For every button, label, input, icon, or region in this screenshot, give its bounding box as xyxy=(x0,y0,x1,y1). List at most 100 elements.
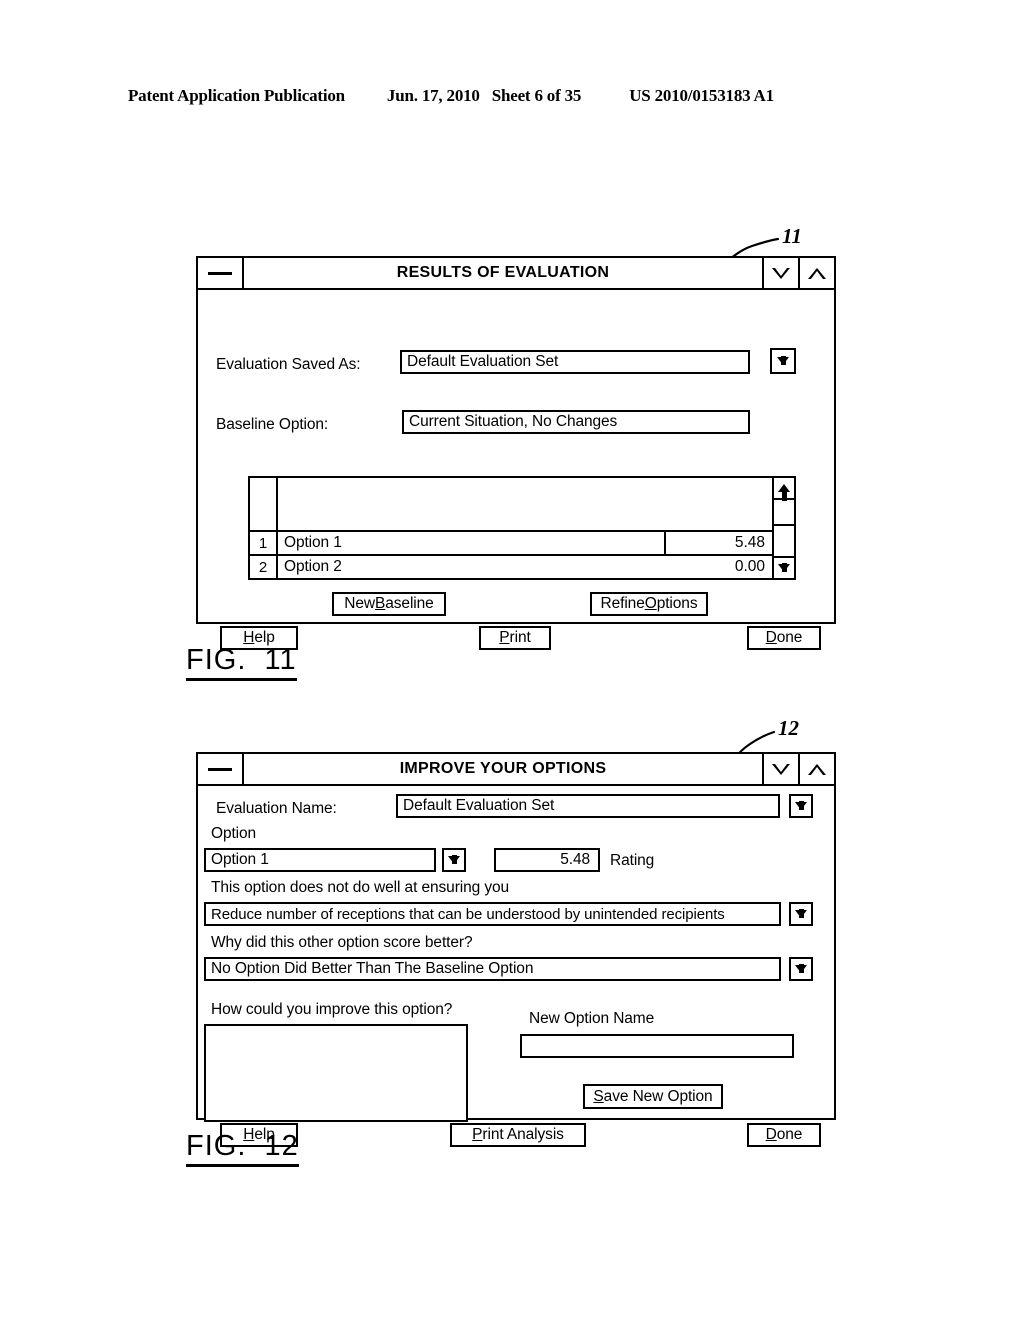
arrow-down-icon xyxy=(795,801,807,810)
weakness-dropdown-button[interactable] xyxy=(789,902,813,926)
results-list[interactable]: 1 Option 1 5.48 2 Option 2 0.00 xyxy=(248,476,796,580)
option-dropdown-button[interactable] xyxy=(442,848,466,872)
scroll-up-button[interactable] xyxy=(774,478,794,501)
refine-options-button[interactable]: Refine Options xyxy=(590,592,708,616)
figure-11: RESULTS OF EVALUATION Evaluation Saved A… xyxy=(196,256,836,650)
patent-number: US 2010/0153183 A1 xyxy=(629,86,774,105)
publication-label: Patent Application Publication xyxy=(128,86,345,105)
triangle-down-icon xyxy=(772,267,790,279)
done-button[interactable]: Done xyxy=(747,1123,821,1147)
done-label: one xyxy=(776,629,803,646)
rating-label: Rating xyxy=(610,852,655,869)
results-name-column-header xyxy=(278,478,772,530)
baseline-option-label: Baseline Option: xyxy=(216,416,329,433)
evaluation-saved-as-input[interactable]: Default Evaluation Set xyxy=(400,350,750,374)
better-option-question-label: Why did this other option score better? xyxy=(211,934,473,951)
minimize-button[interactable] xyxy=(762,258,798,288)
option-select-input[interactable]: Option 1 xyxy=(204,848,436,872)
save-new-option-button[interactable]: Save New Option xyxy=(583,1084,723,1109)
improve-question-label: How could you improve this option? xyxy=(211,1001,453,1018)
window-body: Evaluation Saved As: Default Evaluation … xyxy=(198,290,834,650)
better-option-select-input[interactable]: No Option Did Better Than The Baseline O… xyxy=(204,957,781,981)
print-label: rint xyxy=(509,629,531,646)
improve-your-options-window: IMPROVE YOUR OPTIONS Evaluation Name: De… xyxy=(196,752,836,1147)
new-baseline-label-post: aseline xyxy=(385,595,434,612)
evaluation-saved-as-dropdown-button[interactable] xyxy=(770,348,796,374)
row-name: Option 1 xyxy=(284,534,342,551)
arrow-up-icon xyxy=(778,484,790,501)
results-list-header xyxy=(250,478,772,530)
new-baseline-label-pre: New xyxy=(344,595,376,612)
weakness-question-label: This option does not do well at ensuring… xyxy=(211,879,510,896)
done-label: one xyxy=(776,1126,803,1143)
done-mnemonic: D xyxy=(765,1126,777,1143)
evaluation-saved-as-label: Evaluation Saved As: xyxy=(216,356,361,373)
rating-value-field: 5.48 xyxy=(494,848,600,872)
save-new-option-label: ave New Option xyxy=(603,1087,713,1105)
maximize-button[interactable] xyxy=(798,258,834,288)
minimize-bar-icon xyxy=(208,271,232,275)
weakness-select-input[interactable]: Reduce number of receptions that can be … xyxy=(204,902,781,926)
window-title: RESULTS OF EVALUATION xyxy=(396,264,610,281)
save-new-option-mnemonic: S xyxy=(593,1087,604,1105)
refine-options-label-pre: Refine xyxy=(600,595,645,612)
print-button[interactable]: Print xyxy=(479,626,551,650)
baseline-option-input[interactable]: Current Situation, No Changes xyxy=(402,410,750,434)
refine-options-label-post: ptions xyxy=(656,595,698,612)
done-mnemonic: D xyxy=(765,629,777,646)
table-row[interactable]: 2 Option 2 0.00 xyxy=(250,554,772,578)
print-analysis-mnemonic: P xyxy=(472,1126,483,1143)
new-baseline-button[interactable]: New Baseline xyxy=(332,592,446,616)
scroll-down-button[interactable] xyxy=(774,556,794,578)
new-baseline-mnemonic: B xyxy=(375,595,386,612)
minimize-button[interactable] xyxy=(762,754,798,784)
arrow-down-icon xyxy=(448,855,460,864)
option-label: Option xyxy=(211,825,257,842)
refine-options-mnemonic: O xyxy=(644,595,657,612)
results-index-column-header xyxy=(250,478,278,530)
print-mnemonic: P xyxy=(499,629,510,646)
results-of-evaluation-window: RESULTS OF EVALUATION Evaluation Saved A… xyxy=(196,256,836,650)
publication-date: Jun. 17, 2010 xyxy=(386,86,480,105)
print-analysis-button[interactable]: Print Analysis xyxy=(450,1123,586,1147)
evaluation-name-input[interactable]: Default Evaluation Set xyxy=(396,794,780,818)
row-value: 0.00 xyxy=(734,558,765,575)
system-menu-button[interactable] xyxy=(198,754,244,784)
scrollbar-thumb[interactable] xyxy=(774,500,794,526)
row-value: 5.48 xyxy=(664,532,772,554)
new-option-name-label: New Option Name xyxy=(529,1010,655,1027)
scrollbar-track[interactable] xyxy=(774,526,794,556)
reference-numeral-11: 11 xyxy=(782,224,802,248)
sheet-number: Sheet 6 of 35 xyxy=(491,86,582,105)
row-index: 1 xyxy=(250,532,278,554)
table-row[interactable]: 1 Option 1 5.48 xyxy=(250,530,772,554)
results-list-scrollbar[interactable] xyxy=(772,478,794,578)
results-list-body: 1 Option 1 5.48 2 Option 2 0.00 xyxy=(250,478,772,578)
figure-12-caption: FIG. 12 xyxy=(186,1130,299,1167)
titlebar: IMPROVE YOUR OPTIONS xyxy=(198,754,834,786)
evaluation-name-label: Evaluation Name: xyxy=(216,800,337,817)
reference-numeral-12: 12 xyxy=(778,716,799,740)
improve-textarea[interactable] xyxy=(204,1024,468,1122)
row-index: 2 xyxy=(250,556,278,578)
titlebar: RESULTS OF EVALUATION xyxy=(198,258,834,290)
patent-header: Patent Application Publication Jun. 17, … xyxy=(128,86,896,106)
window-body: Evaluation Name: Default Evaluation Set … xyxy=(198,786,834,1147)
triangle-up-icon xyxy=(808,267,826,279)
better-option-dropdown-button[interactable] xyxy=(789,957,813,981)
arrow-down-icon xyxy=(778,563,790,572)
evaluation-name-dropdown-button[interactable] xyxy=(789,794,813,818)
done-button[interactable]: Done xyxy=(747,626,821,650)
arrow-down-icon xyxy=(795,909,807,918)
minimize-bar-icon xyxy=(208,767,232,771)
system-menu-button[interactable] xyxy=(198,258,244,288)
triangle-down-icon xyxy=(772,763,790,775)
row-name: Option 2 xyxy=(284,558,342,575)
figure-12: IMPROVE YOUR OPTIONS Evaluation Name: De… xyxy=(196,752,836,1147)
window-title: IMPROVE YOUR OPTIONS xyxy=(399,760,607,777)
maximize-button[interactable] xyxy=(798,754,834,784)
triangle-up-icon xyxy=(808,763,826,775)
arrow-down-icon xyxy=(795,964,807,973)
new-option-name-input[interactable] xyxy=(520,1034,794,1058)
arrow-down-icon xyxy=(777,356,789,365)
